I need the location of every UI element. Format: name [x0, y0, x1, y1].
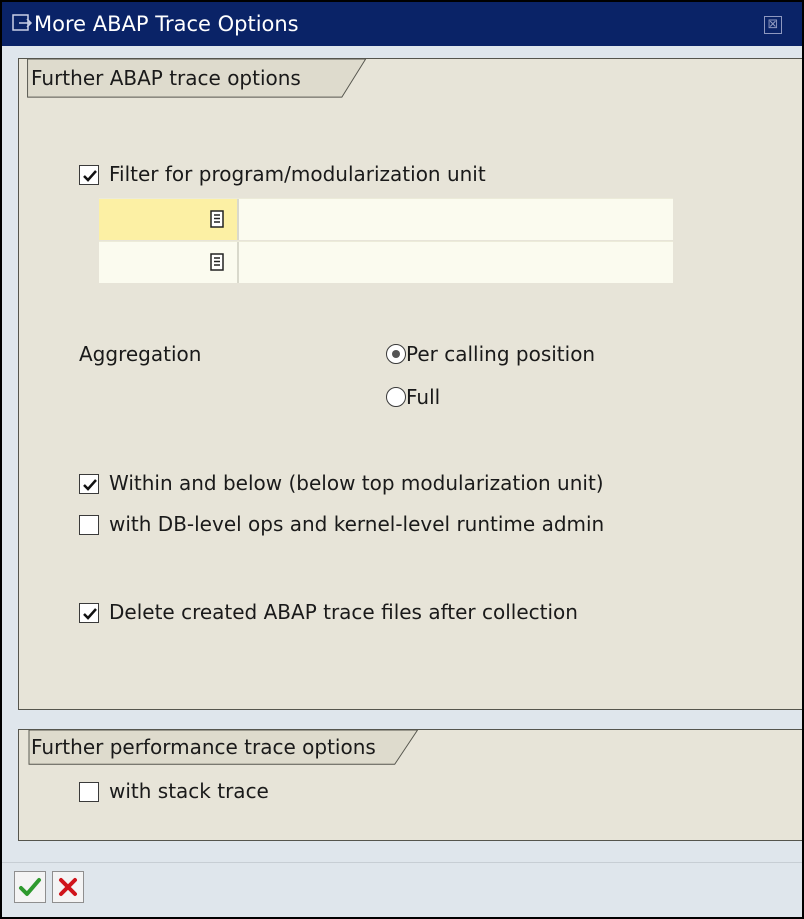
within-below-label: Within and below (below top modularizati…	[109, 471, 604, 495]
abap-options-group: Further ABAP trace options Filter for pr…	[18, 58, 802, 710]
delete-files-checkbox[interactable]	[79, 603, 99, 623]
dialog-title: More ABAP Trace Options	[34, 12, 299, 36]
aggregation-label: Aggregation	[79, 342, 202, 366]
checkmark-icon	[83, 170, 97, 182]
filter-field-row	[99, 241, 673, 283]
abap-group-title: Further ABAP trace options	[31, 66, 301, 90]
value-help-icon[interactable]	[210, 252, 224, 271]
full-label: Full	[406, 385, 441, 409]
checkmark-icon	[83, 479, 97, 491]
performance-group-title: Further performance trace options	[31, 735, 376, 759]
dialog-toolbar	[2, 862, 802, 917]
db-level-checkbox[interactable]	[79, 515, 99, 535]
checkmark-icon	[19, 878, 41, 896]
title-bar: More ABAP Trace Options ⊠	[2, 2, 802, 46]
radio-selected-dot	[392, 350, 400, 358]
filter-description-input[interactable]	[239, 199, 673, 240]
stack-trace-label: with stack trace	[109, 779, 269, 803]
radio-per-calling-position[interactable]	[386, 344, 406, 364]
filter-description-input[interactable]	[239, 242, 673, 283]
delete-files-label: Delete created ABAP trace files after co…	[109, 600, 578, 624]
performance-options-group: Further performance trace options with s…	[18, 729, 802, 841]
filter-checkbox[interactable]	[79, 165, 99, 185]
dialog-arrow-icon	[12, 13, 34, 33]
within-below-checkbox[interactable]	[79, 474, 99, 494]
cancel-x-icon	[59, 878, 77, 896]
stack-trace-checkbox[interactable]	[79, 782, 99, 802]
filter-field-row	[99, 198, 673, 240]
dialog-window: More ABAP Trace Options ⊠ Further ABAP t…	[0, 0, 804, 919]
filter-label: Filter for program/modularization unit	[109, 162, 486, 186]
cancel-button[interactable]	[52, 871, 84, 903]
radio-full[interactable]	[386, 387, 406, 407]
value-help-icon[interactable]	[210, 209, 224, 228]
checkmark-icon	[83, 608, 97, 620]
db-level-label: with DB-level ops and kernel-level runti…	[109, 512, 605, 536]
per-calling-position-label: Per calling position	[406, 342, 596, 366]
close-icon[interactable]: ⊠	[764, 16, 782, 34]
confirm-button[interactable]	[14, 871, 46, 903]
